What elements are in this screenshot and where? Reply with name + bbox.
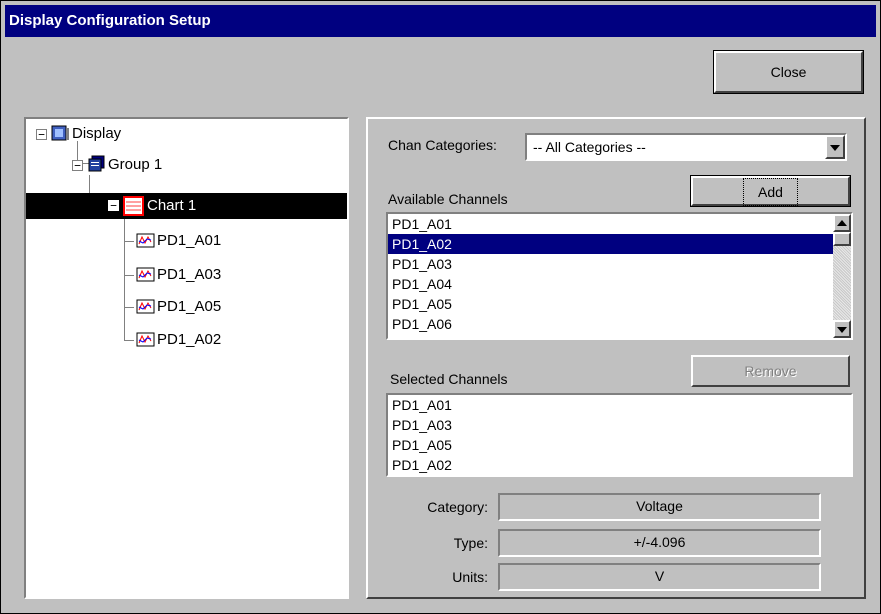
tree-node-channel-1[interactable]: PD1_A01 bbox=[157, 231, 221, 251]
channel-config-panel: Chan Categories: -- All Categories -- Av… bbox=[366, 117, 866, 599]
chan-categories-select[interactable]: -- All Categories -- bbox=[525, 133, 847, 161]
scroll-up-icon[interactable] bbox=[833, 214, 851, 232]
tree-line bbox=[124, 307, 134, 308]
type-label: Type: bbox=[453, 535, 488, 551]
tree-expander-group[interactable]: − bbox=[72, 160, 83, 171]
channel-icon bbox=[136, 233, 155, 248]
tree-expander-display[interactable]: − bbox=[36, 129, 47, 140]
available-channel-item[interactable]: PD1_A01 bbox=[388, 214, 851, 234]
tree-node-channel-3[interactable]: PD1_A05 bbox=[157, 297, 221, 317]
close-button-label: Close bbox=[770, 64, 807, 80]
channel-icon bbox=[136, 299, 155, 314]
category-label: Category: bbox=[427, 499, 488, 515]
available-channel-item[interactable]: PD1_A04 bbox=[388, 274, 851, 294]
tree-node-chart[interactable]: Chart 1 bbox=[147, 196, 196, 216]
tree-expander-chart[interactable]: − bbox=[108, 200, 119, 211]
title-bar: Display Configuration Setup bbox=[5, 5, 876, 37]
tree-line bbox=[89, 175, 90, 195]
category-field: Voltage bbox=[498, 493, 821, 521]
selected-channel-item[interactable]: PD1_A05 bbox=[388, 435, 851, 455]
available-channels-scrollbar[interactable] bbox=[833, 214, 851, 338]
close-button[interactable]: Close bbox=[713, 50, 864, 94]
selected-channel-item[interactable]: PD1_A02 bbox=[388, 455, 851, 475]
available-channel-item[interactable]: PD1_A06 bbox=[388, 314, 851, 334]
tree-node-display[interactable]: Display bbox=[72, 124, 121, 144]
tree-node-channel-2[interactable]: PD1_A03 bbox=[157, 265, 221, 285]
selected-channels-list[interactable]: PD1_A01 PD1_A03 PD1_A05 PD1_A02 bbox=[386, 393, 853, 477]
available-channel-item[interactable]: PD1_A02 bbox=[388, 234, 851, 254]
chan-categories-label: Chan Categories: bbox=[388, 137, 497, 153]
tree-node-channel-4[interactable]: PD1_A02 bbox=[157, 330, 221, 350]
chart-icon bbox=[123, 196, 144, 216]
type-field: +/-4.096 bbox=[498, 529, 821, 557]
selected-channels-label: Selected Channels bbox=[390, 371, 508, 387]
channel-icon bbox=[136, 267, 155, 282]
tree-line bbox=[124, 340, 134, 341]
available-channel-item[interactable]: PD1_A05 bbox=[388, 294, 851, 314]
dialog-window: Display Configuration Setup Close − Disp… bbox=[0, 0, 881, 614]
chan-categories-value: -- All Categories -- bbox=[533, 139, 646, 155]
group-icon bbox=[88, 155, 105, 172]
units-label: Units: bbox=[452, 569, 488, 585]
remove-button-label: Remove bbox=[744, 363, 797, 379]
selected-channel-item[interactable]: PD1_A01 bbox=[388, 395, 851, 415]
tree-line bbox=[124, 214, 125, 341]
tree-node-group[interactable]: Group 1 bbox=[108, 155, 162, 175]
add-button[interactable]: Add bbox=[690, 175, 851, 207]
available-channel-item[interactable]: PD1_A03 bbox=[388, 254, 851, 274]
scroll-down-icon[interactable] bbox=[833, 320, 851, 338]
tree-line bbox=[124, 241, 134, 242]
display-icon bbox=[51, 125, 69, 141]
channel-icon bbox=[136, 332, 155, 347]
remove-button[interactable]: Remove bbox=[691, 355, 850, 387]
dropdown-arrow-icon[interactable] bbox=[825, 135, 845, 159]
window-title: Display Configuration Setup bbox=[9, 12, 211, 29]
available-channels-list[interactable]: PD1_A01 PD1_A02 PD1_A03 PD1_A04 PD1_A05 … bbox=[386, 212, 853, 340]
display-tree[interactable]: − Display − Group 1 − Chart 1 PD1_A01 PD… bbox=[24, 117, 349, 599]
units-field: V bbox=[498, 563, 821, 591]
selected-channel-item[interactable]: PD1_A03 bbox=[388, 415, 851, 435]
available-channels-label: Available Channels bbox=[388, 191, 508, 207]
tree-line bbox=[124, 275, 134, 276]
add-button-label: Add bbox=[743, 178, 798, 206]
scroll-thumb[interactable] bbox=[833, 232, 851, 246]
